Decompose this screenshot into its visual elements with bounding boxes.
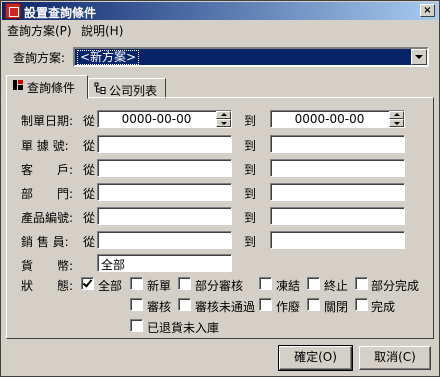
chevron-down-icon[interactable] (411, 49, 427, 65)
status-option-label: 審核 (147, 300, 172, 314)
cancel-button[interactable]: 取消(C) (359, 346, 431, 370)
status-new-checkbox[interactable] (130, 277, 143, 290)
status-option-label: 審核未通過 (195, 300, 256, 314)
status-option-label: 新單 (147, 279, 172, 293)
status-partial-complete-checkbox[interactable] (355, 277, 368, 290)
status-frozen-checkbox[interactable] (259, 277, 272, 290)
status-approved-checkbox[interactable] (130, 298, 143, 311)
window-title: 設置查詢條件 (24, 6, 97, 20)
salesperson-label: 銷 售 員: (21, 235, 69, 249)
menu-query-scheme[interactable]: 查詢方案(P) (7, 22, 72, 39)
app-icon (5, 3, 21, 19)
close-button[interactable]: × (420, 4, 435, 17)
company-tree-icon (94, 82, 106, 94)
scheme-label: 查詢方案: (13, 51, 66, 65)
filter-icon (13, 80, 23, 90)
customer-label: 客 戶: (21, 163, 74, 177)
spin-down-icon[interactable] (389, 119, 404, 127)
tab-company-list[interactable]: 公司列表 (88, 78, 166, 99)
date-label: 制單日期: (21, 114, 74, 128)
document-no-to-input[interactable] (270, 135, 405, 153)
status-void-checkbox[interactable] (259, 298, 272, 311)
status-option-label: 部分審核 (195, 279, 244, 293)
status-rejected-checkbox[interactable] (178, 298, 191, 311)
tab-query-conditions[interactable]: 查詢條件 (6, 75, 88, 99)
currency-field[interactable]: 全部 (97, 254, 232, 272)
document-no-from-input[interactable] (97, 135, 232, 153)
menu-bar: 查詢方案(P) 說明(H) (2, 21, 438, 38)
spin-down-icon[interactable] (216, 119, 231, 127)
department-to-input[interactable] (270, 183, 405, 201)
status-returned-not-stocked-checkbox[interactable] (130, 319, 143, 332)
product-no-to-input[interactable] (270, 207, 405, 225)
status-option-label: 關閉 (324, 300, 349, 314)
product-no-from-input[interactable] (97, 207, 232, 225)
status-terminated-checkbox[interactable] (307, 277, 320, 290)
from-label: 從 (83, 163, 96, 177)
status-option-label: 已退貨未入庫 (147, 321, 220, 335)
status-option-label: 凍結 (276, 279, 301, 293)
from-label: 從 (83, 211, 96, 225)
from-label: 從 (83, 114, 96, 128)
status-all-checkbox[interactable] (81, 277, 94, 290)
currency-value: 全部 (101, 258, 126, 272)
spinner[interactable] (389, 111, 404, 127)
date-to-field[interactable]: 0000-00-00 (270, 110, 405, 128)
from-label: 從 (83, 139, 96, 153)
date-to-value: 0000-00-00 (294, 112, 365, 126)
status-option-label: 部分完成 (371, 279, 420, 293)
date-from-value: 0000-00-00 (121, 112, 192, 126)
status-option-label: 完成 (371, 300, 396, 314)
to-label: 到 (244, 235, 257, 249)
salesperson-from-input[interactable] (97, 231, 232, 249)
to-label: 到 (244, 139, 257, 153)
date-from-field[interactable]: 0000-00-00 (97, 110, 232, 128)
customer-to-input[interactable] (270, 159, 405, 177)
spinner[interactable] (216, 111, 231, 127)
scheme-select-value: <新方案> (77, 50, 140, 65)
to-label: 到 (244, 114, 257, 128)
status-option-label: 全部 (98, 279, 123, 293)
to-label: 到 (244, 163, 257, 177)
status-option-label: 終止 (324, 279, 349, 293)
scheme-select[interactable]: <新方案> (73, 47, 429, 67)
document-no-label: 單 據 號: (21, 139, 69, 153)
status-complete-checkbox[interactable] (355, 298, 368, 311)
to-label: 到 (244, 211, 257, 225)
from-label: 從 (83, 187, 96, 201)
currency-label: 貨 幣: (21, 259, 74, 273)
salesperson-to-input[interactable] (270, 231, 405, 249)
product-no-label: 產品編號: (21, 211, 74, 225)
department-label: 部 門: (21, 187, 74, 201)
title-bar: 設置查詢條件 × (2, 2, 438, 20)
spin-up-icon[interactable] (389, 111, 404, 119)
customer-from-input[interactable] (97, 159, 232, 177)
status-label: 狀 態: (21, 279, 74, 293)
ok-button[interactable]: 確定(O) (278, 345, 353, 371)
to-label: 到 (244, 187, 257, 201)
department-from-input[interactable] (97, 183, 232, 201)
spin-up-icon[interactable] (216, 111, 231, 119)
tab-label: 查詢條件 (27, 81, 76, 95)
from-label: 從 (83, 235, 96, 249)
status-partial-approved-checkbox[interactable] (178, 277, 191, 290)
status-option-label: 作廢 (276, 300, 301, 314)
query-conditions-dialog: 設置查詢條件 × 查詢方案(P) 說明(H) 查詢方案: <新方案> 查詢條件 … (0, 0, 440, 377)
menu-help[interactable]: 說明(H) (81, 22, 123, 39)
status-closed-checkbox[interactable] (307, 298, 320, 311)
